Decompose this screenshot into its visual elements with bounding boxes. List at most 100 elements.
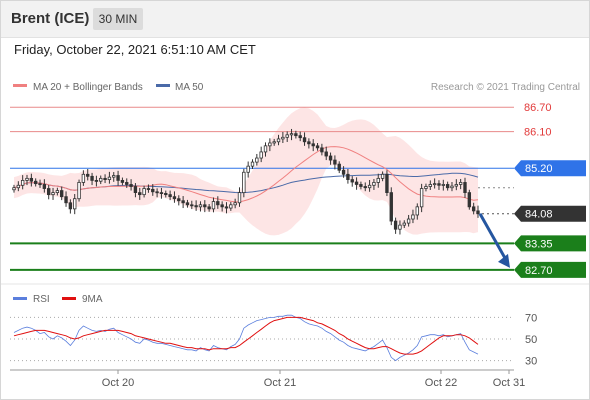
candle-body: [168, 194, 172, 198]
candle-body: [289, 133, 294, 136]
candle-body: [424, 186, 428, 189]
candle-body: [155, 191, 159, 194]
candle-body: [20, 179, 25, 186]
candle-body: [398, 224, 402, 230]
rsi-ma-legend-label: 9MA: [82, 294, 103, 305]
candle-body: [224, 206, 229, 209]
time-axis-ticks: Oct 20 Oct 21 Oct 22 Oct 31: [102, 370, 525, 389]
candle-body: [411, 214, 415, 220]
candle-body: [55, 190, 60, 193]
candle-body: [354, 181, 359, 185]
candle-body: [86, 173, 90, 177]
candle-body: [12, 187, 16, 191]
candle-body: [38, 183, 42, 186]
candle-body: [367, 184, 372, 189]
candle-body: [307, 141, 311, 145]
candle-body: [60, 190, 64, 198]
candle-body: [116, 175, 120, 181]
candle-body: [302, 137, 307, 143]
ma50-legend-label: MA 50: [175, 82, 204, 93]
candle-body: [458, 182, 463, 185]
candle-body: [25, 177, 29, 181]
candle-body: [415, 206, 419, 216]
candle-body: [432, 183, 437, 186]
time-tick-label: Oct 20: [102, 377, 134, 389]
candle-body: [441, 184, 445, 186]
candle-body: [246, 165, 250, 173]
candle-body: [315, 145, 320, 149]
candle-body: [64, 196, 68, 204]
candle-body: [454, 184, 459, 187]
candle-body: [341, 169, 346, 175]
rsi-ma-line: [13, 316, 479, 355]
level-label-86.70: 86.70: [524, 102, 552, 114]
candle-body: [294, 133, 298, 137]
candle-body: [112, 175, 116, 178]
candle-body: [285, 134, 289, 138]
level-label-82.70: 82.70: [525, 265, 553, 277]
candle-body: [51, 192, 55, 196]
candle-body: [259, 151, 263, 159]
candle-body: [177, 198, 181, 202]
rsi-tick-50: 50: [525, 334, 537, 346]
price-chart: MA 20 + Bollinger Bands MA 50 Research ©…: [1, 82, 589, 389]
candle-body: [81, 173, 86, 183]
candle-body: [207, 206, 211, 210]
rsi-panel: 70 50 30: [10, 312, 537, 368]
candle-body: [471, 206, 476, 212]
candle-body: [77, 182, 81, 200]
candle-body: [237, 192, 242, 204]
candle-body: [272, 141, 276, 144]
candle-body: [476, 210, 480, 215]
candle-body: [445, 184, 450, 189]
candle-body: [146, 188, 151, 190]
candle-body: [142, 188, 146, 196]
rsi-ma-legend-swatch: [62, 297, 76, 300]
candle-body: [129, 184, 133, 187]
candle-body: [220, 204, 224, 208]
candle-body: [94, 179, 99, 182]
candle-body: [181, 200, 185, 204]
candle-body: [29, 177, 34, 182]
candle-body: [346, 173, 350, 180]
level-label-86.10: 86.10: [524, 127, 552, 139]
candle-body: [33, 180, 38, 185]
ma20-legend-swatch: [13, 84, 27, 87]
candle-body: [324, 151, 328, 157]
candle-body: [90, 175, 94, 181]
candle-body: [376, 177, 380, 183]
candle-body: [190, 204, 194, 207]
candle-body: [68, 202, 73, 210]
candle-body: [133, 186, 138, 193]
ma20-legend-label: MA 20 + Bollinger Bands: [33, 82, 143, 93]
rsi-tick-70: 70: [525, 312, 537, 324]
candle-body: [211, 201, 216, 210]
candle-body: [268, 142, 272, 147]
level-labels: 86.70 86.10 85.20 84.08 83.35 82.70: [514, 102, 586, 278]
candle-body: [419, 188, 424, 208]
candle-body: [350, 179, 354, 183]
forecast-arrow-shaft: [478, 213, 508, 261]
candle-body: [172, 196, 177, 200]
candle-body: [380, 173, 385, 179]
candle-body: [311, 143, 315, 147]
level-label-84.08: 84.08: [525, 209, 553, 221]
ma50-legend-swatch: [156, 84, 170, 87]
time-tick-label: Oct 31: [493, 377, 525, 389]
candle-body: [406, 218, 411, 224]
candle-body: [276, 138, 281, 143]
candle-body: [402, 222, 406, 226]
candle-body: [73, 198, 77, 210]
candle-body: [298, 135, 302, 139]
candle-body: [372, 182, 376, 186]
candle-body: [393, 220, 398, 230]
time-tick-label: Oct 22: [425, 377, 457, 389]
candle-body: [242, 171, 246, 193]
candle-body: [359, 184, 363, 187]
candle-body: [255, 157, 259, 163]
candle-body: [194, 205, 198, 208]
copyright-text: Research © 2021 Trading Central: [431, 82, 580, 93]
candle-body: [203, 204, 207, 208]
candle-body: [250, 161, 255, 167]
candle-body: [363, 186, 367, 189]
